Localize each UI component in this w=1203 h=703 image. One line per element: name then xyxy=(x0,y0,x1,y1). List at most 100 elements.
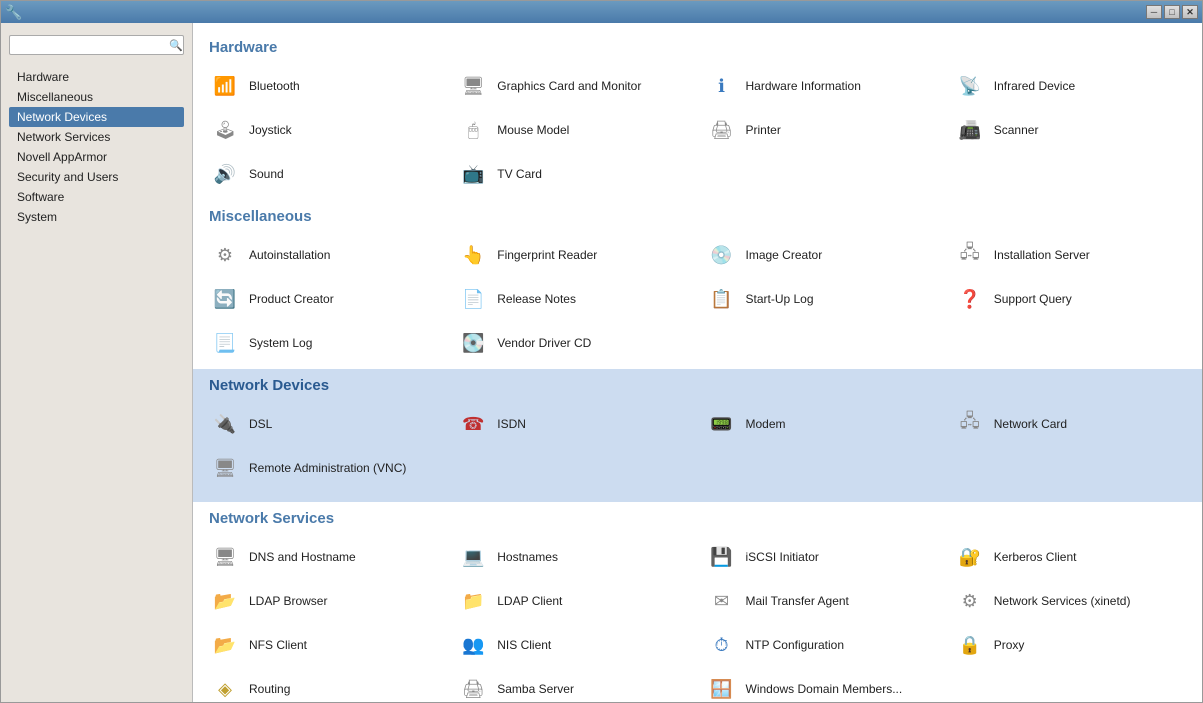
item-vendor-driver-cd[interactable]: 💽 Vendor Driver CD xyxy=(449,321,697,365)
item-mouse-model[interactable]: 🖱Mouse Model xyxy=(449,108,697,152)
hostnames-label: Hostnames xyxy=(497,550,558,564)
dsl-label: DSL xyxy=(249,417,272,431)
sidebar-item-network-services[interactable]: Network Services xyxy=(9,127,184,147)
main-content: Hardware📶Bluetooth🖥Graphics Card and Mon… xyxy=(193,23,1202,702)
sidebar-item-network-devices[interactable]: Network Devices xyxy=(9,107,184,127)
section-grid-hardware: 📶Bluetooth🖥Graphics Card and MonitorℹHar… xyxy=(193,60,1202,200)
item-tv-card[interactable]: 📺TV Card xyxy=(449,152,697,196)
iscsi-initiator-icon: 💾 xyxy=(706,541,738,573)
maximize-button[interactable]: □ xyxy=(1164,5,1180,19)
item-ntp-configuration[interactable]: ⏱NTP Configuration xyxy=(698,623,946,667)
item-hardware-info[interactable]: ℹHardware Information xyxy=(698,64,946,108)
item-ldap-browser[interactable]: 📂LDAP Browser xyxy=(201,579,449,623)
ldap-client-icon: 📁 xyxy=(457,585,489,617)
ldap-client-label: LDAP Client xyxy=(497,594,562,608)
item-sound[interactable]: 🔊Sound xyxy=(201,152,449,196)
item-autoinstallation[interactable]: ⚙Autoinstallation xyxy=(201,233,449,277)
remote-admin-vnc-icon: 🖥 xyxy=(209,452,241,484)
item-joystick[interactable]: 🕹Joystick xyxy=(201,108,449,152)
item-network-card[interactable]: 🖧Network Card xyxy=(946,402,1194,446)
item-proxy[interactable]: 🔒Proxy xyxy=(946,623,1194,667)
item-hostnames[interactable]: 💻Hostnames xyxy=(449,535,697,579)
network-card-icon: 🖧 xyxy=(954,408,986,440)
release-notes-label: Release Notes xyxy=(497,292,576,306)
app-icon: 🔧 xyxy=(5,4,22,21)
vendor-driver-cd-icon: 💽 xyxy=(457,327,489,359)
vendor-driver-cd-label: Vendor Driver CD xyxy=(497,336,591,350)
network-services-xinetd-label: Network Services (xinetd) xyxy=(994,594,1131,608)
sidebar-item-novell-apparmor[interactable]: Novell AppArmor xyxy=(9,147,184,167)
item-start-up-log[interactable]: 📋Start-Up Log xyxy=(698,277,946,321)
sidebar-item-system[interactable]: System xyxy=(9,207,184,227)
image-creator-label: Image Creator xyxy=(746,248,823,262)
titlebar: 🔧 ─ □ ✕ xyxy=(1,1,1202,23)
item-product-creator[interactable]: 🔄Product Creator xyxy=(201,277,449,321)
item-dsl[interactable]: 🔌 DSL xyxy=(201,402,449,446)
item-bluetooth[interactable]: 📶Bluetooth xyxy=(201,64,449,108)
item-release-notes[interactable]: 📄 Release Notes xyxy=(449,277,697,321)
autoinstallation-label: Autoinstallation xyxy=(249,248,330,262)
item-modem[interactable]: 📟Modem xyxy=(698,402,946,446)
item-samba-server[interactable]: 🖨Samba Server xyxy=(449,667,697,702)
section-grid-miscellaneous: ⚙Autoinstallation👆Fingerprint Reader💿Ima… xyxy=(193,229,1202,369)
sidebar-item-software[interactable]: Software xyxy=(9,187,184,207)
mail-transfer-agent-label: Mail Transfer Agent xyxy=(746,594,849,608)
samba-server-label: Samba Server xyxy=(497,682,574,696)
graphics-card-label: Graphics Card and Monitor xyxy=(497,79,641,93)
dsl-icon: 🔌 xyxy=(209,408,241,440)
sidebar-items: HardwareMiscellaneousNetwork DevicesNetw… xyxy=(9,67,184,227)
infrared-device-icon: 📡 xyxy=(954,70,986,102)
item-mail-transfer-agent[interactable]: ✉Mail Transfer Agent xyxy=(698,579,946,623)
support-query-icon: ❓ xyxy=(954,283,986,315)
filter-input[interactable] xyxy=(14,38,169,52)
item-printer[interactable]: 🖨Printer xyxy=(698,108,946,152)
item-system-log[interactable]: 📃System Log xyxy=(201,321,449,365)
nis-client-label: NIS Client xyxy=(497,638,551,652)
section-grid-network-services: 🖥DNS and Hostname💻Hostnames 💾 iSCSI Initia… xyxy=(193,531,1202,702)
item-nis-client[interactable]: 👥NIS Client xyxy=(449,623,697,667)
printer-icon: 🖨 xyxy=(706,114,738,146)
windows-domain-label: Windows Domain Members... xyxy=(746,682,903,696)
item-windows-domain[interactable]: 🪟Windows Domain Members... xyxy=(698,667,946,702)
item-isdn[interactable]: ☎ISDN xyxy=(449,402,697,446)
nfs-client-label: NFS Client xyxy=(249,638,307,652)
sound-label: Sound xyxy=(249,167,284,181)
content-area: 🔍 HardwareMiscellaneousNetwork DevicesNe… xyxy=(1,23,1202,702)
release-notes-icon: 📄 xyxy=(457,283,489,315)
sidebar-item-miscellaneous[interactable]: Miscellaneous xyxy=(9,87,184,107)
minimize-button[interactable]: ─ xyxy=(1146,5,1162,19)
item-network-services-xinetd[interactable]: ⚙ Network Services (xinetd) xyxy=(946,579,1194,623)
section-header-hardware: Hardware xyxy=(193,31,1202,60)
section-network-services: Network Services🖥DNS and Hostname💻Hostna… xyxy=(193,502,1202,702)
item-infrared-device[interactable]: 📡Infrared Device xyxy=(946,64,1194,108)
close-button[interactable]: ✕ xyxy=(1182,5,1198,19)
titlebar-left: 🔧 xyxy=(5,4,26,21)
item-routing[interactable]: ◈Routing xyxy=(201,667,449,702)
modem-label: Modem xyxy=(746,417,786,431)
item-graphics-card[interactable]: 🖥Graphics Card and Monitor xyxy=(449,64,697,108)
item-scanner[interactable]: 📠Scanner xyxy=(946,108,1194,152)
tv-card-label: TV Card xyxy=(497,167,542,181)
routing-label: Routing xyxy=(249,682,290,696)
item-dns-hostname[interactable]: 🖥DNS and Hostname xyxy=(201,535,449,579)
sidebar-item-hardware[interactable]: Hardware xyxy=(9,67,184,87)
item-nfs-client[interactable]: 📂 NFS Client xyxy=(201,623,449,667)
item-image-creator[interactable]: 💿Image Creator xyxy=(698,233,946,277)
item-remote-admin-vnc[interactable]: 🖥Remote Administration (VNC) xyxy=(201,446,449,490)
iscsi-initiator-label: iSCSI Initiator xyxy=(746,550,819,564)
item-fingerprint-reader[interactable]: 👆Fingerprint Reader xyxy=(449,233,697,277)
nfs-client-icon: 📂 xyxy=(209,629,241,661)
item-iscsi-initiator[interactable]: 💾 iSCSI Initiator xyxy=(698,535,946,579)
network-services-xinetd-icon: ⚙ xyxy=(954,585,986,617)
item-support-query[interactable]: ❓Support Query xyxy=(946,277,1194,321)
proxy-icon: 🔒 xyxy=(954,629,986,661)
item-ldap-client[interactable]: 📁 LDAP Client xyxy=(449,579,697,623)
item-kerberos-client[interactable]: 🔐Kerberos Client xyxy=(946,535,1194,579)
main-window: 🔧 ─ □ ✕ 🔍 HardwareMiscellaneousNetwork D… xyxy=(0,0,1203,703)
ldap-browser-icon: 📂 xyxy=(209,585,241,617)
start-up-log-label: Start-Up Log xyxy=(746,292,814,306)
bluetooth-icon: 📶 xyxy=(209,70,241,102)
isdn-icon: ☎ xyxy=(457,408,489,440)
item-installation-server[interactable]: 🖧Installation Server xyxy=(946,233,1194,277)
sidebar-item-security-users[interactable]: Security and Users xyxy=(9,167,184,187)
